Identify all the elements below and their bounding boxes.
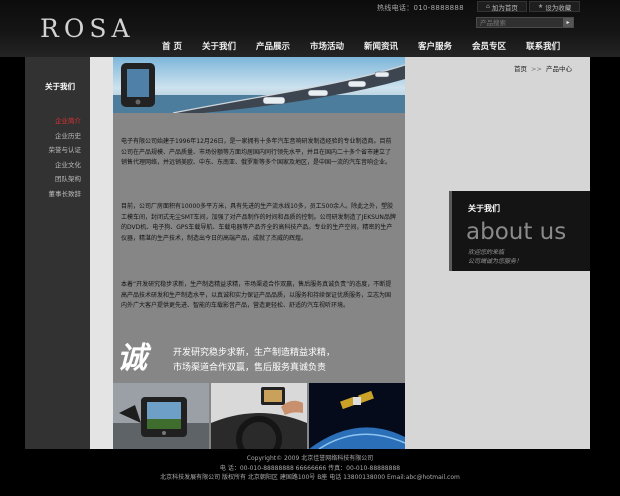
slogan-calligraphy: 诚 (117, 341, 147, 376)
sidebar-title: 关于我们 (45, 82, 75, 91)
slogan-block: 诚 开发研究稳步求新，生产制造精益求精， 市场渠道合作双赢，售后服务真诚负责 (117, 333, 402, 383)
about-us-box[interactable]: 关于我们 about us 欢迎您的来临 公司竭诚为您服务！ (449, 191, 590, 271)
sidebar-divider-strip (90, 57, 113, 449)
sidebar: 关于我们 企业简介 企业历史 荣誉与认证 企业文化 团队架构 董事长致辞 (25, 57, 90, 449)
right-column: 首页 >> 产品中心 关于我们 about us 欢迎您的来临 公司竭诚为您服务… (405, 57, 590, 449)
arrow-right-icon: ▸ (566, 19, 570, 26)
sidebar-item-chairman[interactable]: 董事长致辞 (25, 187, 82, 202)
about-box-title: 关于我们 (468, 204, 500, 213)
hotline-text: 热线电话：010-8888888 (377, 4, 464, 12)
sidebar-item-history[interactable]: 企业历史 (25, 129, 81, 144)
about-box-english: about us (466, 219, 567, 245)
sidebar-item-team[interactable]: 团队架构 (25, 172, 81, 187)
nav-news[interactable]: 新闻资讯 (364, 40, 398, 52)
nav-about[interactable]: 关于我们 (202, 40, 236, 52)
nav-members[interactable]: 会员专区 (472, 40, 506, 52)
nav-home[interactable]: 首 页 (162, 40, 182, 52)
nav-marketing[interactable]: 市场活动 (310, 40, 344, 52)
footer-copyright: Copyright© 2009 北京佳誉网络科技有限公司 (246, 455, 374, 462)
sidebar-item-culture[interactable]: 企业文化 (25, 158, 81, 173)
intro-paragraph-1: 电子有限公司始建于1996年12月26日，是一家拥有十多年汽车音响研发制造经验的… (121, 138, 392, 166)
intro-paragraph-2: 目前，公司厂房面积有10000多平方米，具有先进的生产流水线10多，员工500余… (121, 203, 396, 242)
breadcrumb-home[interactable]: 首页 (514, 65, 527, 73)
site-footer: Copyright© 2009 北京佳誉网络科技有限公司 电 话：00-010-… (0, 449, 620, 496)
home-icon: ⌂ (486, 3, 490, 10)
favorite-icon: ★ (537, 3, 544, 10)
add-favorite-label: 设为收藏 (545, 3, 572, 12)
search-button[interactable]: ▸ (563, 18, 573, 27)
nav-service[interactable]: 客户服务 (418, 40, 452, 52)
car-dashboard-photo (211, 383, 307, 449)
add-favorite-link[interactable]: ★ 设为收藏 (528, 1, 581, 12)
footer-address: 北京科技发展有限公司 版权所有 北京朝阳区 建国路100号 B座 电话 1380… (160, 474, 460, 481)
about-box-welcome: 欢迎您的来临 (468, 249, 505, 256)
top-links: ⌂ 加为首页 ★ 设为收藏 (475, 1, 581, 12)
satellite-photo (309, 383, 405, 449)
intro-paragraph-3: 本着“开发研究稳步求新，生产制造精益求精，市场渠道合作双赢，售后服务真诚负责”的… (121, 281, 392, 309)
gps-device-photo (113, 383, 209, 449)
slogan-line-2: 市场渠道合作双赢，售后服务真诚负责 (173, 363, 327, 373)
site-header: ROSA 热线电话：010-8888888 ⌂ 加为首页 ★ 设为收藏 ▸ 首 … (0, 0, 620, 57)
right-edge-strip (590, 57, 620, 449)
search-box: ▸ (476, 17, 574, 28)
breadcrumb-current: 产品中心 (546, 65, 572, 73)
site-logo[interactable]: ROSA (40, 14, 135, 43)
nav-products[interactable]: 产品展示 (256, 40, 290, 52)
breadcrumb: 首页 >> 产品中心 (514, 63, 572, 73)
slogan-line-1: 开发研究稳步求新，生产制造精益求精， (173, 348, 336, 358)
breadcrumb-separator: >> (531, 65, 542, 73)
add-homepage-link[interactable]: ⌂ 加为首页 (477, 1, 527, 12)
sidebar-item-intro[interactable]: 企业简介 (25, 114, 81, 129)
about-box-service: 公司竭诚为您服务！ (468, 258, 523, 265)
sidebar-menu: 企业简介 企业历史 荣誉与认证 企业文化 团队架构 董事长致辞 (25, 114, 82, 202)
banner-image (113, 57, 405, 113)
search-input[interactable] (477, 18, 563, 27)
footer-phone: 电 话：00-010-88888888 66666666 传真：00-010-8… (219, 464, 401, 472)
sidebar-item-honors[interactable]: 荣誉与认证 (25, 143, 82, 158)
main-content: 电子有限公司始建于1996年12月26日，是一家拥有十多年汽车音响研发制造经验的… (113, 57, 405, 449)
add-homepage-label: 加为首页 (491, 3, 518, 12)
nav-contact[interactable]: 联系我们 (526, 40, 560, 52)
main-nav: 首 页 关于我们 产品展示 市场活动 新闻资讯 客户服务 会员专区 联系我们 (162, 40, 580, 52)
